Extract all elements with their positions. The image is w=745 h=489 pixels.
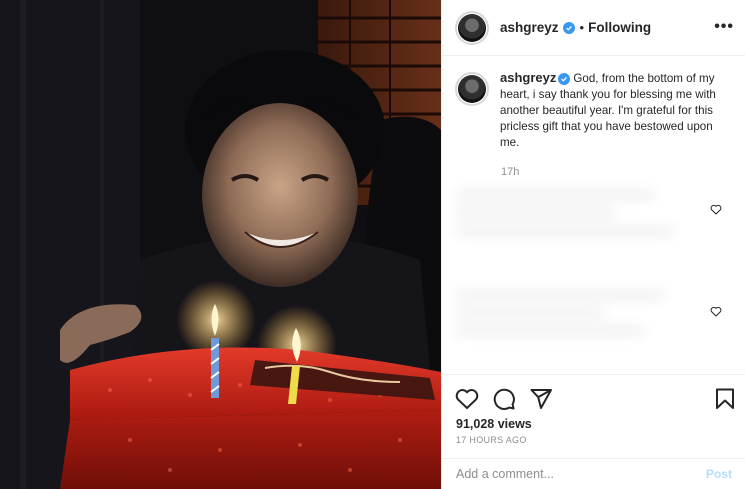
caption-username[interactable]: ashgreyz bbox=[500, 70, 556, 85]
verified-badge-icon bbox=[562, 21, 575, 34]
following-button[interactable]: Following bbox=[588, 20, 651, 35]
bookmark-icon[interactable] bbox=[713, 387, 737, 411]
post-side-panel: ashgreyz • Following ••• ashgreyz God, fr… bbox=[441, 0, 745, 489]
comment-input[interactable] bbox=[456, 467, 706, 481]
caption-block: ashgreyz God, from the bottom of my heart… bbox=[455, 70, 735, 151]
caption-text-block: ashgreyz God, from the bottom of my heart… bbox=[500, 70, 733, 151]
like-comment-icon[interactable] bbox=[710, 306, 722, 317]
views-count[interactable]: 91,028 views bbox=[456, 417, 532, 431]
posted-time[interactable]: 17 HOURS AGO bbox=[456, 435, 527, 445]
share-icon[interactable] bbox=[529, 387, 553, 411]
more-options-icon[interactable]: ••• bbox=[714, 18, 734, 36]
comment-icon[interactable] bbox=[492, 387, 516, 411]
avatar[interactable] bbox=[455, 10, 489, 45]
verified-badge-icon bbox=[558, 73, 571, 85]
post-media-video[interactable] bbox=[0, 0, 441, 489]
blurred-comment bbox=[455, 190, 675, 244]
separator-dot: • bbox=[579, 20, 585, 35]
comment-bar: Post bbox=[442, 458, 745, 489]
post-header: ashgreyz • Following ••• bbox=[442, 0, 745, 56]
username-link[interactable]: ashgreyz bbox=[500, 20, 559, 35]
caption-time[interactable]: 17h bbox=[501, 166, 519, 178]
birthday-video-frame bbox=[0, 0, 441, 489]
post-comment-button[interactable]: Post bbox=[706, 467, 732, 481]
caption-avatar[interactable] bbox=[455, 72, 489, 106]
like-comment-icon[interactable] bbox=[710, 204, 722, 215]
heart-icon[interactable] bbox=[455, 387, 479, 411]
blurred-comment bbox=[455, 290, 665, 344]
